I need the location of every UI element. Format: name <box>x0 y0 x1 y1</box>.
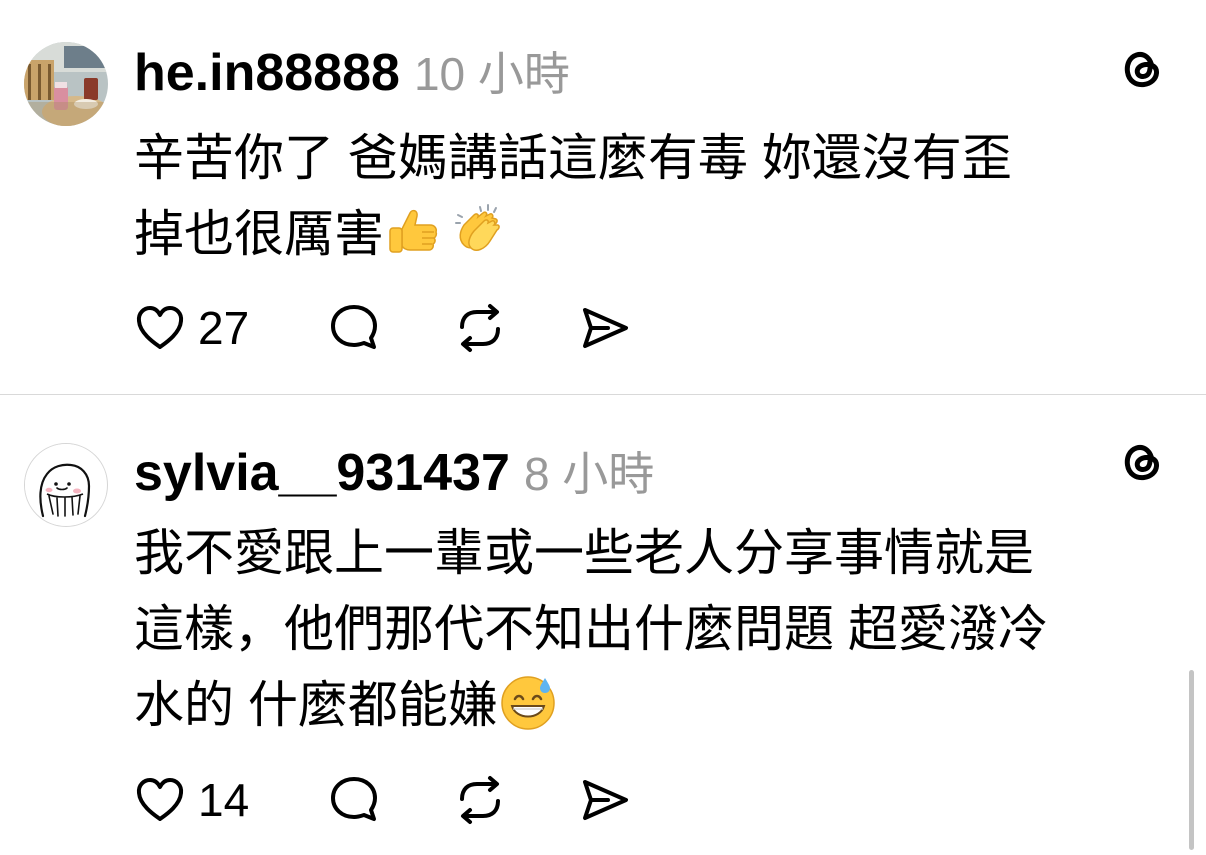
post-actions: 14 <box>134 770 654 830</box>
share-button[interactable] <box>578 298 632 358</box>
content-line-with-emoji: 掉也很厲害 <box>134 196 1174 272</box>
avatar[interactable] <box>24 42 108 126</box>
clapping-hands-icon <box>450 201 510 261</box>
post-header: he.in88888 10 小時 <box>134 38 570 104</box>
content-line: 我不愛跟上一輩或一些老人分享事情就是 <box>134 525 1034 581</box>
content-line: 辛苦你了 爸媽講話這麼有毒 妳還沒有歪 <box>134 130 1012 186</box>
heart-icon <box>136 306 184 349</box>
avatar[interactable] <box>24 443 108 527</box>
repost-button[interactable] <box>452 770 508 830</box>
post-content: 辛苦你了 爸媽講話這麼有毒 妳還沒有歪 掉也很厲害 <box>134 120 1174 272</box>
like-count: 14 <box>198 774 250 826</box>
comment-icon <box>331 777 377 821</box>
post-time: 10 小時 <box>413 48 570 100</box>
username[interactable]: sylvia__931437 <box>134 443 510 503</box>
share-icon <box>583 780 628 820</box>
grinning-sweat-icon <box>498 672 558 732</box>
heart-icon <box>136 778 184 821</box>
username[interactable]: he.in88888 <box>134 43 400 103</box>
like-count: 27 <box>198 302 250 354</box>
threads-logo-icon[interactable] <box>1116 435 1168 487</box>
comment-icon <box>331 305 377 349</box>
thumbs-up-icon <box>384 201 444 261</box>
post-actions: 27 <box>134 298 654 358</box>
content-line-text: 掉也很厲害 <box>134 206 384 262</box>
repost-icon <box>460 304 500 352</box>
repost-button[interactable] <box>452 298 508 358</box>
content-line: 這樣，他們那代不知出什麼問題 超愛潑冷 <box>134 601 1048 657</box>
like-button[interactable]: 14 <box>134 770 249 830</box>
share-button[interactable] <box>578 770 632 830</box>
content-line-text: 水的 什麼都能嫌 <box>134 677 498 733</box>
like-button[interactable]: 27 <box>134 298 249 358</box>
reply-button[interactable] <box>327 770 381 830</box>
thread-post: he.in88888 10 小時 辛苦你了 爸媽講話這麼有毒 妳還沒有歪 掉也很… <box>0 0 1206 394</box>
share-icon <box>583 308 628 348</box>
repost-icon <box>460 776 500 824</box>
scrollbar[interactable] <box>1189 670 1194 850</box>
thread-post: sylvia__931437 8 小時 我不愛跟上一輩或一些老人分享事情就是 這… <box>0 395 1206 855</box>
content-line-with-emoji: 水的 什麼都能嫌 <box>134 667 1174 743</box>
post-time: 8 小時 <box>523 448 655 500</box>
threads-logo-icon[interactable] <box>1116 42 1168 94</box>
post-header: sylvia__931437 8 小時 <box>134 438 654 504</box>
reply-button[interactable] <box>327 298 381 358</box>
post-content: 我不愛跟上一輩或一些老人分享事情就是 這樣，他們那代不知出什麼問題 超愛潑冷 水… <box>134 515 1174 743</box>
